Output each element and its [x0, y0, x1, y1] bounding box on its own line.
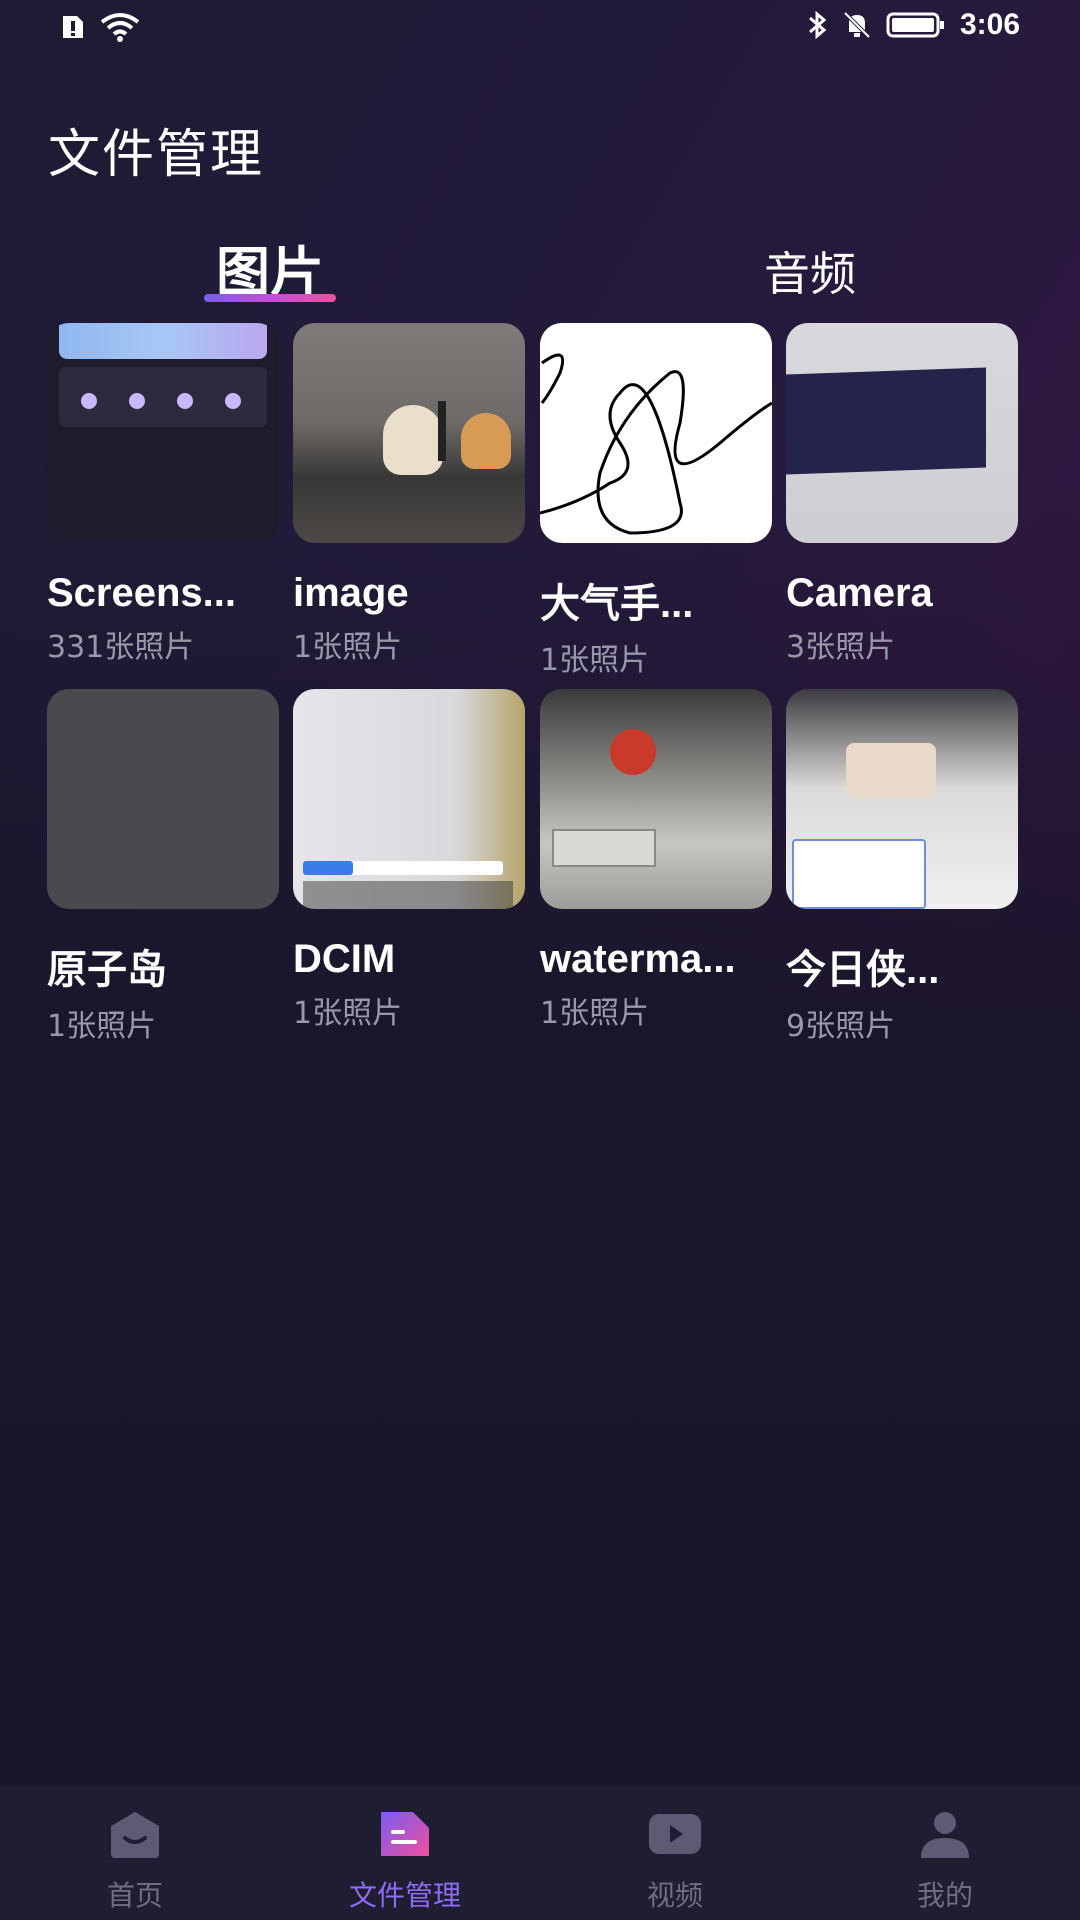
- status-bar: 3:06: [0, 0, 1080, 60]
- photo-count: 1张照片: [293, 630, 403, 665]
- clock: 3:06: [959, 8, 1020, 41]
- nav-video[interactable]: 视频: [595, 1808, 755, 1914]
- mute-bell-icon: [843, 11, 871, 39]
- photo-count: 3张照片: [786, 630, 896, 665]
- nav-file-manager[interactable]: 文件管理: [325, 1808, 485, 1914]
- checkin-photo-thumbnail: [293, 689, 525, 909]
- nav-profile[interactable]: 我的: [865, 1808, 1025, 1914]
- folder-name: 原子岛: [47, 948, 167, 992]
- nav-label: 首页: [106, 1879, 163, 1912]
- photo-count: 1张照片: [540, 643, 650, 678]
- folder-name: Screens...: [47, 571, 237, 615]
- noise-thumbnail: [47, 689, 279, 909]
- folder-item[interactable]: DCIM 1张照片: [293, 689, 525, 1032]
- folder-name: waterma...: [540, 937, 736, 981]
- file-manager-screen: 3:06 文件管理 图片 音频 Screens... 331张照片 image …: [0, 0, 1080, 1920]
- nav-home[interactable]: 首页: [55, 1808, 215, 1914]
- folder-item[interactable]: 原子岛 1张照片: [47, 689, 279, 1045]
- bottom-navigation: 首页 文件管理 视频 我的: [0, 1786, 1080, 1920]
- video-icon: [647, 1808, 703, 1860]
- home-icon: [107, 1808, 163, 1860]
- desk-phone-thumbnail: [786, 689, 1018, 909]
- bluetooth-icon: [808, 10, 827, 40]
- folder-name: Camera: [786, 571, 933, 615]
- signature-thumbnail: [540, 323, 772, 543]
- dogs-photo-thumbnail: [293, 323, 525, 543]
- photo-count: 9张照片: [786, 1009, 896, 1044]
- photo-count: 1张照片: [540, 996, 650, 1031]
- folder-item[interactable]: image 1张照片: [293, 323, 525, 666]
- phone-photo-thumbnail: [786, 323, 1018, 543]
- folder-item[interactable]: Camera 3张照片: [786, 323, 1018, 666]
- screenshot-thumbnail: [47, 323, 279, 543]
- file-manager-icon: [377, 1808, 433, 1860]
- nav-label: 视频: [646, 1879, 703, 1912]
- folder-name: DCIM: [293, 937, 396, 981]
- tab-active-indicator: [204, 294, 336, 302]
- desk-photo-thumbnail: [540, 689, 772, 909]
- photo-count: 331张照片: [47, 630, 195, 665]
- photo-count: 1张照片: [293, 996, 403, 1031]
- alert-icon: [63, 16, 83, 38]
- folder-name: 今日侠...: [786, 948, 940, 992]
- folder-item[interactable]: 今日侠... 9张照片: [786, 689, 1018, 1045]
- tab-audio[interactable]: 音频: [750, 238, 870, 304]
- folder-item[interactable]: waterma... 1张照片: [540, 689, 772, 1032]
- folder-item[interactable]: 大气手... 1张照片: [540, 323, 772, 679]
- battery-icon: [886, 12, 944, 38]
- profile-icon: [917, 1808, 973, 1860]
- wifi-icon: [100, 13, 140, 42]
- page-title: 文件管理: [48, 125, 265, 185]
- photo-count: 1张照片: [47, 1009, 157, 1044]
- nav-label: 文件管理: [348, 1879, 461, 1912]
- folder-name: image: [293, 571, 409, 615]
- folder-item[interactable]: Screens... 331张照片: [47, 323, 279, 666]
- folder-name: 大气手...: [540, 582, 694, 626]
- nav-label: 我的: [916, 1879, 973, 1912]
